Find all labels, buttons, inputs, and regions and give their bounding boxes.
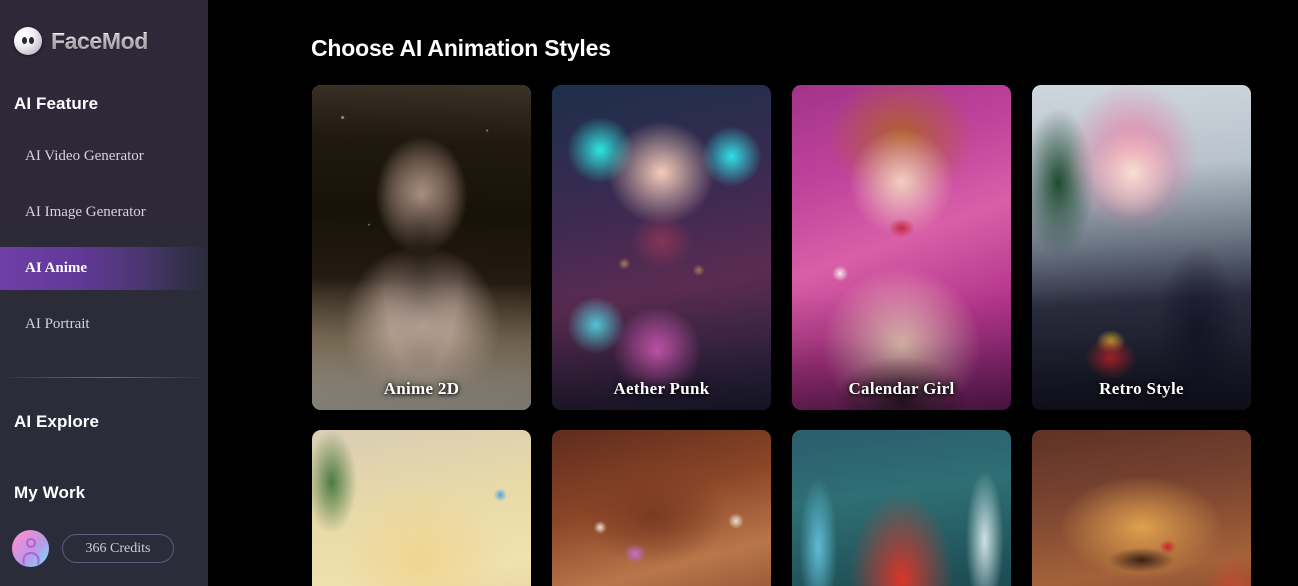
- card-label: Aether Punk: [613, 379, 710, 398]
- sidebar-item-label: AI Image Generator: [25, 204, 146, 220]
- style-card-row2-4[interactable]: [1032, 430, 1251, 586]
- card-thumbnail: [552, 430, 771, 586]
- section-title-ai-explore: AI Explore: [14, 412, 100, 431]
- sidebar-item-ai-image-generator[interactable]: AI Image Generator: [0, 191, 208, 234]
- style-card-calendar-girl[interactable]: Calendar Girl: [792, 85, 1011, 410]
- credits-button[interactable]: 366 Credits: [62, 534, 174, 563]
- sidebar-item-ai-video-generator[interactable]: AI Video Generator: [0, 135, 208, 178]
- card-thumbnail: [792, 430, 1011, 586]
- style-card-row2-3[interactable]: [792, 430, 1011, 586]
- user-avatar-icon[interactable]: [12, 530, 49, 567]
- sidebar-nav: AI Video Generator AI Image Generator AI…: [0, 135, 208, 346]
- style-card-row2-2[interactable]: [552, 430, 771, 586]
- logo-eye-right: [29, 37, 34, 44]
- main-content: Choose AI Animation Styles Anime 2D Aeth…: [208, 0, 1298, 586]
- brand-logo[interactable]: FaceMod: [0, 0, 208, 62]
- logo-eye-left: [22, 37, 27, 44]
- card-label: Calendar Girl: [848, 379, 955, 398]
- app-root: FaceMod AI Feature AI Video Generator AI…: [0, 0, 1298, 586]
- page-title: Choose AI Animation Styles: [311, 35, 611, 61]
- sidebar: FaceMod AI Feature AI Video Generator AI…: [0, 0, 208, 586]
- user-row: 366 Credits: [0, 530, 208, 567]
- style-card-row2-1[interactable]: [312, 430, 531, 586]
- style-card-grid: Anime 2D Aether Punk Calendar Girl Retro…: [312, 85, 1292, 586]
- sidebar-item-ai-portrait[interactable]: AI Portrait: [0, 303, 208, 346]
- section-title-ai-feature: AI Feature: [14, 94, 99, 113]
- sidebar-item-ai-anime[interactable]: AI Anime: [0, 247, 208, 290]
- face-circle-icon: [14, 27, 42, 55]
- sidebar-item-label: AI Portrait: [25, 316, 90, 332]
- card-label: Retro Style: [1099, 379, 1184, 398]
- sidebar-item-label: AI Anime: [25, 260, 88, 276]
- card-label: Anime 2D: [383, 379, 460, 398]
- brand-name: FaceMod: [51, 27, 148, 54]
- card-thumbnail: [1032, 430, 1251, 586]
- avatar-body-shape: [22, 552, 39, 565]
- style-card-anime-2d[interactable]: Anime 2D: [312, 85, 531, 410]
- avatar-head-shape: [25, 538, 36, 548]
- card-thumbnail: [312, 430, 531, 586]
- sidebar-divider: [0, 377, 208, 378]
- style-card-aether-punk[interactable]: Aether Punk: [552, 85, 771, 410]
- section-title-my-work: My Work: [14, 483, 86, 502]
- style-card-retro-style[interactable]: Retro Style: [1032, 85, 1251, 410]
- sidebar-item-label: AI Video Generator: [25, 148, 144, 164]
